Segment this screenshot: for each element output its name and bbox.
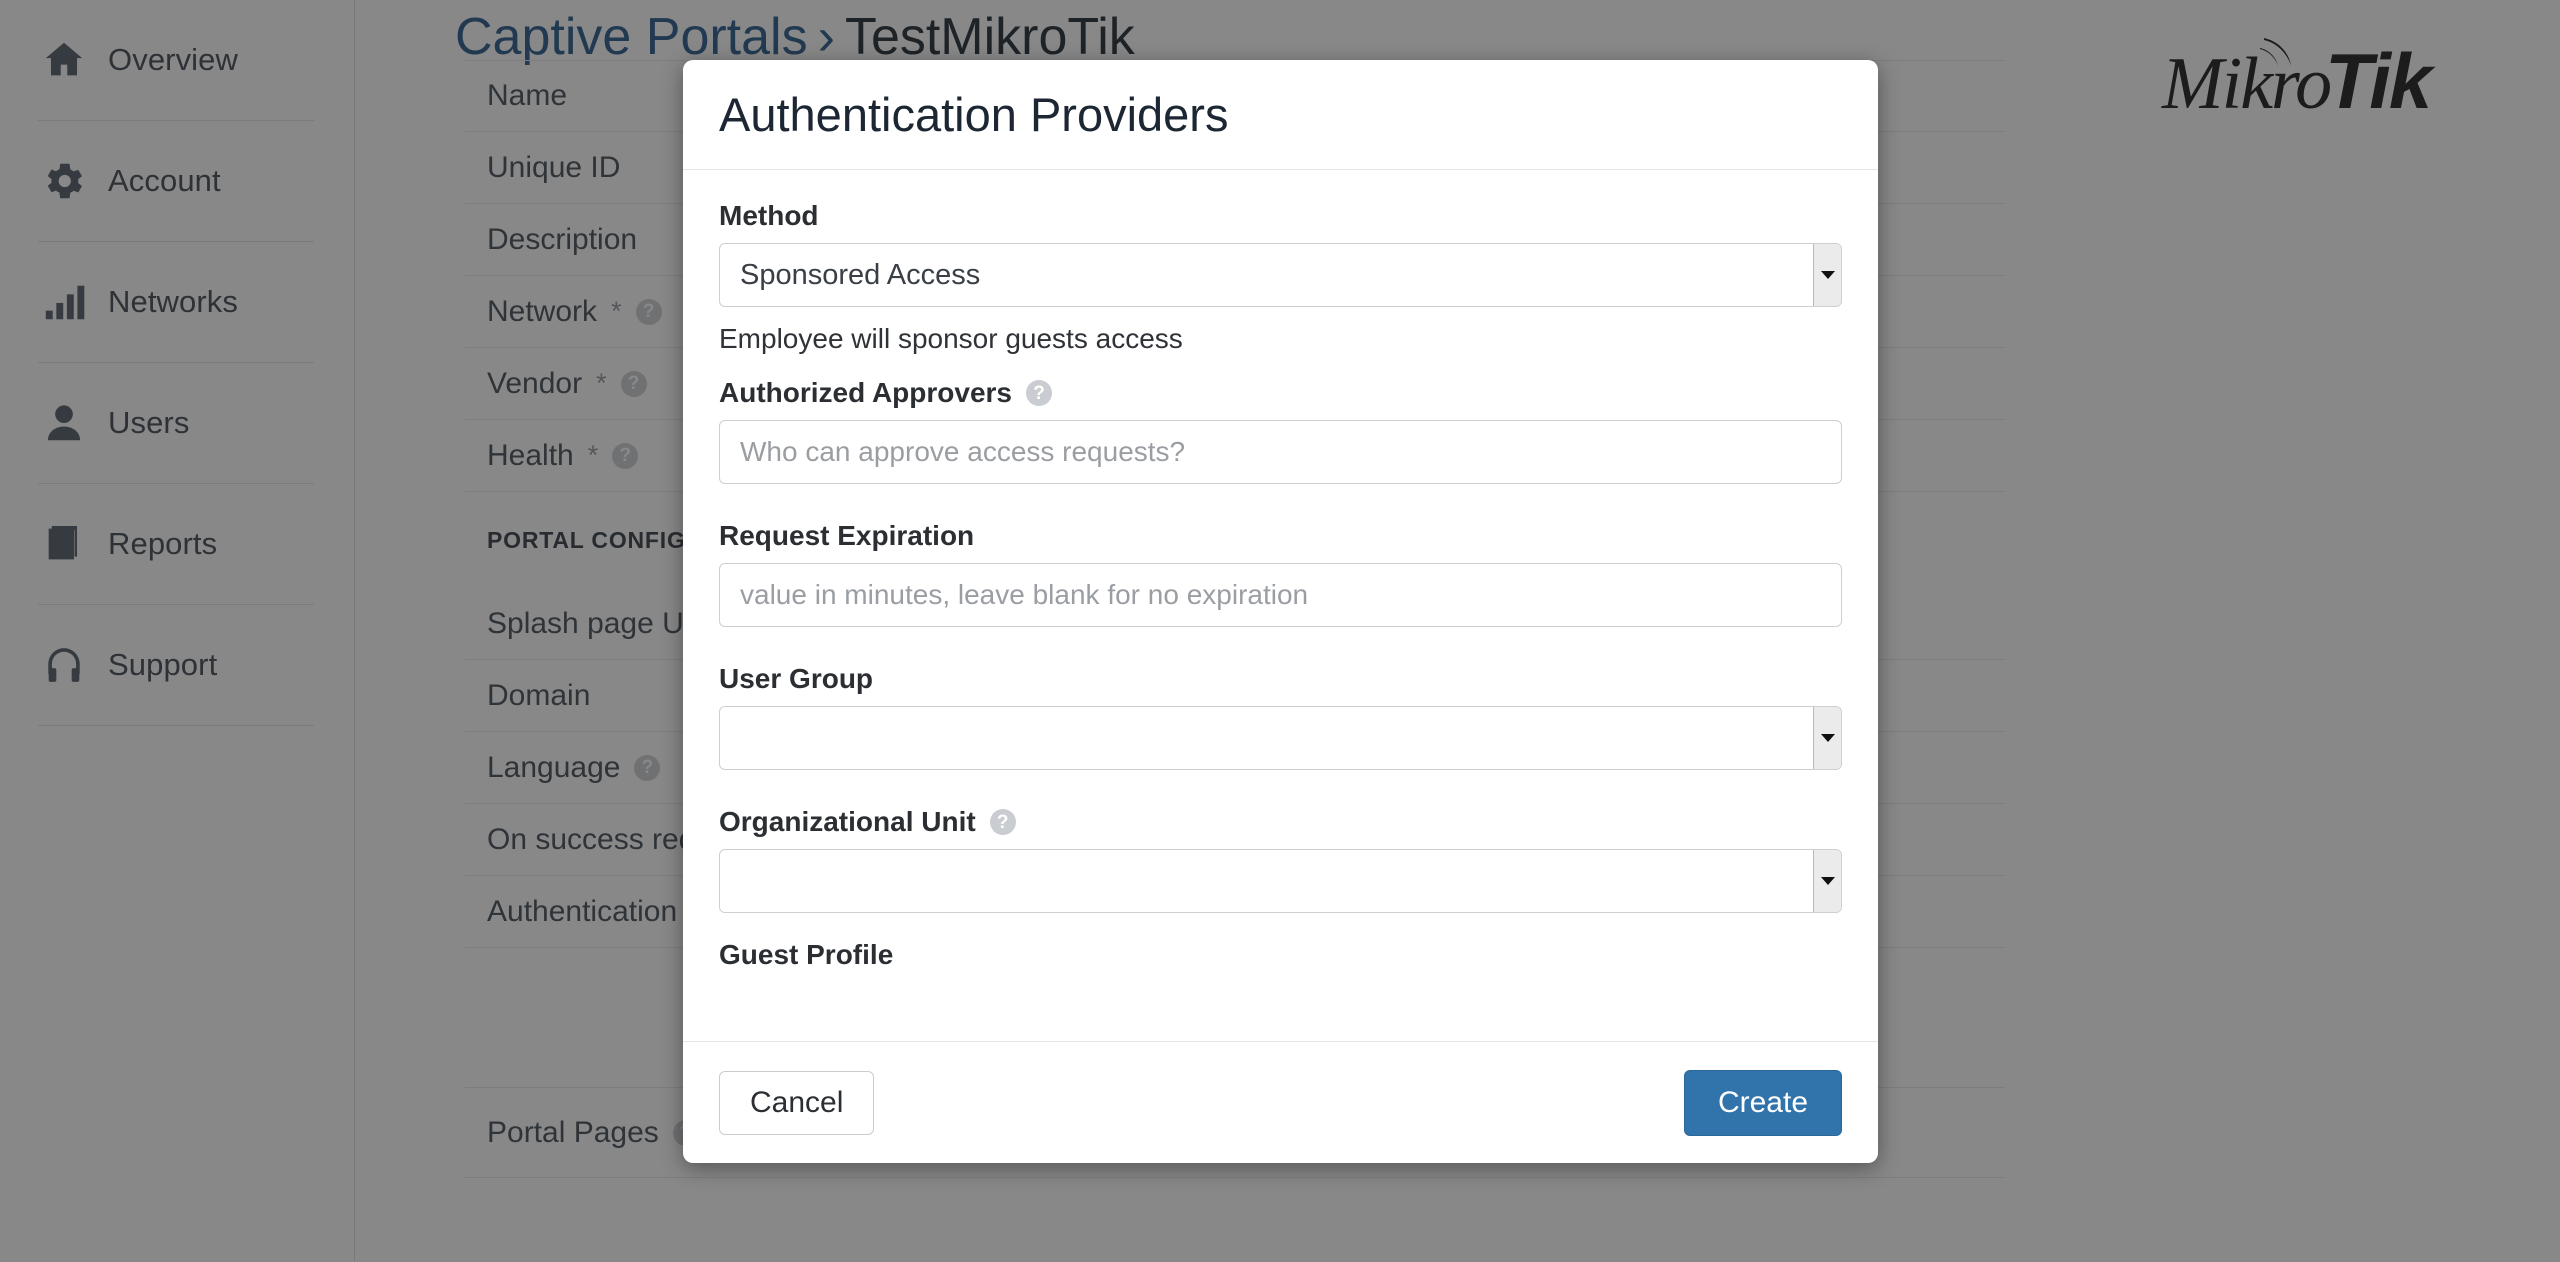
field-label-organizational-unit: Organizational Unit ? bbox=[719, 806, 1842, 838]
field-label-request-expiration: Request Expiration bbox=[719, 520, 1842, 552]
chevron-down-icon[interactable] bbox=[1813, 707, 1841, 769]
field-organizational-unit: Organizational Unit ? bbox=[719, 806, 1842, 913]
field-guest-profile: Guest Profile bbox=[719, 939, 1842, 971]
field-label-method: Method bbox=[719, 200, 1842, 232]
user-group-select[interactable] bbox=[719, 706, 1842, 770]
create-button[interactable]: Create bbox=[1684, 1070, 1842, 1136]
method-select[interactable]: Sponsored Access bbox=[719, 243, 1842, 307]
method-helper-text: Employee will sponsor guests access bbox=[719, 323, 1842, 355]
request-expiration-input[interactable]: value in minutes, leave blank for no exp… bbox=[719, 563, 1842, 627]
modal-title: Authentication Providers bbox=[719, 87, 1228, 142]
field-label-guest-profile: Guest Profile bbox=[719, 939, 1842, 971]
authorized-approvers-input[interactable]: Who can approve access requests? bbox=[719, 420, 1842, 484]
modal-body: Method Sponsored Access Employee will sp… bbox=[683, 170, 1878, 1041]
organizational-unit-select[interactable] bbox=[719, 849, 1842, 913]
authentication-providers-modal: Authentication Providers Method Sponsore… bbox=[683, 60, 1878, 1163]
modal-header: Authentication Providers bbox=[683, 60, 1878, 170]
field-method: Method Sponsored Access bbox=[719, 200, 1842, 307]
chevron-down-icon[interactable] bbox=[1813, 244, 1841, 306]
modal-footer: Cancel Create bbox=[683, 1041, 1878, 1163]
help-icon[interactable]: ? bbox=[990, 809, 1016, 835]
help-icon[interactable]: ? bbox=[1026, 380, 1052, 406]
cancel-button[interactable]: Cancel bbox=[719, 1071, 874, 1135]
chevron-down-icon[interactable] bbox=[1813, 850, 1841, 912]
field-request-expiration: Request Expiration value in minutes, lea… bbox=[719, 520, 1842, 627]
field-authorized-approvers: Authorized Approvers ? Who can approve a… bbox=[719, 377, 1842, 484]
field-label-user-group: User Group bbox=[719, 663, 1842, 695]
field-label-authorized-approvers: Authorized Approvers ? bbox=[719, 377, 1842, 409]
field-user-group: User Group bbox=[719, 663, 1842, 770]
method-select-value: Sponsored Access bbox=[720, 259, 1813, 292]
